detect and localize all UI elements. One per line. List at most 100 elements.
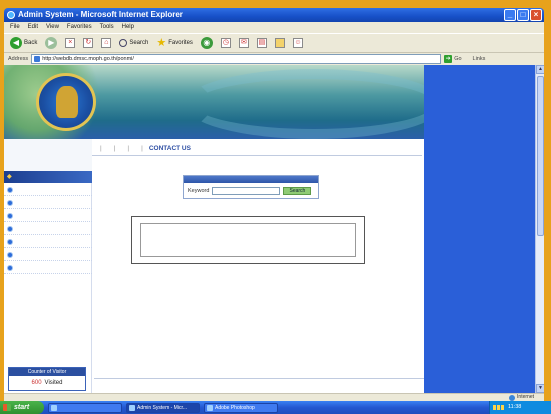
menu-edit[interactable]: Edit: [28, 22, 38, 33]
counter-value: 600 Visited: [9, 376, 85, 390]
bullet-icon: [7, 239, 13, 245]
system-tray: 11:38: [489, 401, 551, 414]
keyword-label: Keyword: [188, 188, 210, 194]
star-icon: ★: [156, 37, 167, 49]
nav-separator: |: [100, 144, 102, 152]
taskbar-item-2[interactable]: Admin System - Micr...: [126, 402, 200, 413]
site-banner: [4, 65, 424, 139]
stop-icon[interactable]: ×: [65, 38, 76, 48]
vertical-scrollbar[interactable]: ▲ ▼: [535, 65, 544, 393]
links-label[interactable]: Links: [473, 56, 486, 62]
folder-icon[interactable]: [274, 38, 285, 48]
sidebar-item-1[interactable]: [4, 184, 92, 196]
globe-icon: [509, 394, 516, 401]
taskbar: start Admin System - Micr... Adobe Photo…: [0, 401, 551, 414]
nav-separator: |: [127, 144, 130, 152]
sidebar-item-5[interactable]: [4, 236, 92, 248]
search-label: Search: [129, 40, 149, 46]
sidebar-item-2[interactable]: [4, 197, 92, 209]
address-label: Address: [8, 56, 29, 62]
messenger-icon[interactable]: ☺: [292, 38, 303, 48]
taskbar-item-1[interactable]: [48, 402, 122, 413]
window-titlebar[interactable]: Admin System - Microsoft Internet Explor…: [4, 8, 544, 22]
menu-view[interactable]: View: [46, 22, 59, 33]
window-title: Admin System - Microsoft Internet Explor…: [18, 10, 183, 19]
site-title: [200, 75, 410, 97]
menu-help[interactable]: Help: [122, 22, 134, 33]
photoshop-icon: [207, 404, 213, 411]
counter-suffix: Visited: [44, 380, 63, 386]
favorites-label: Favorites: [168, 40, 193, 46]
nav-separator: |: [141, 144, 143, 152]
scroll-thumb[interactable]: [537, 76, 544, 236]
internet-explorer-icon: [7, 11, 15, 19]
forward-button[interactable]: ▶: [45, 37, 58, 49]
refresh-icon[interactable]: ↻: [83, 38, 94, 48]
sidebar-spacer: [4, 139, 92, 171]
zone-label: Internet: [517, 394, 534, 400]
taskbar-item-label: Admin System - Micr...: [137, 404, 188, 411]
bullet-icon: [7, 213, 13, 219]
home-icon[interactable]: ⌂: [101, 38, 112, 48]
counter-title: Counter of Visitor: [9, 368, 85, 376]
web-page: | | | | CONTACT US C: [4, 65, 424, 393]
go-arrow-icon: ➔: [444, 55, 453, 63]
browser-toolbar: ◀ Back ▶ × ↻ ⌂ Search ★ Favorites ◉ ◷ ✉ …: [4, 33, 544, 53]
sidebar-item-7[interactable]: [4, 262, 92, 274]
agency-logo: [36, 73, 96, 131]
search-icon: [119, 39, 128, 47]
close-button[interactable]: ×: [530, 9, 542, 21]
tray-icons[interactable]: [493, 405, 505, 410]
go-button[interactable]: ➔ Go: [444, 55, 462, 63]
keyword-input[interactable]: [212, 187, 281, 195]
print-icon[interactable]: ▤: [256, 38, 267, 48]
start-label: start: [14, 404, 30, 411]
back-label: Back: [24, 40, 38, 46]
browser-viewport: | | | | CONTACT US C: [4, 65, 544, 393]
forward-arrow-icon: ▶: [45, 37, 58, 49]
back-button[interactable]: ◀ Back: [10, 37, 37, 49]
nav-separator: |: [113, 144, 116, 152]
scroll-down-icon[interactable]: ▼: [536, 384, 544, 393]
search-panel: Keyword Search: [183, 175, 319, 199]
search-row: Keyword Search: [184, 183, 318, 199]
sidebar-item-4[interactable]: [4, 223, 92, 235]
bullet-icon: [7, 200, 13, 206]
media-icon[interactable]: ◉: [200, 37, 213, 49]
sidebar-item-6[interactable]: [4, 249, 92, 261]
maximize-button[interactable]: □: [517, 9, 529, 21]
visitor-counter: Counter of Visitor 600 Visited: [8, 367, 86, 391]
info-notice: [131, 216, 365, 264]
sidebar-item-3[interactable]: [4, 210, 92, 222]
menu-favorites[interactable]: Favorites: [67, 22, 92, 33]
search-button[interactable]: Search: [283, 187, 312, 195]
favorites-button[interactable]: ★ Favorites: [156, 37, 193, 49]
scroll-up-icon[interactable]: ▲: [536, 65, 544, 74]
menu-bar: File Edit View Favorites Tools Help: [4, 22, 544, 33]
address-bar: Address http://webdb.dmsc.moph.go.th/pon…: [4, 53, 544, 65]
left-sidebar: Counter of Visitor 600Visited: [4, 171, 92, 393]
security-zone: Internet: [509, 394, 534, 401]
menu-file[interactable]: File: [10, 22, 20, 33]
mail-icon[interactable]: ✉: [238, 38, 249, 48]
menu-tools[interactable]: Tools: [100, 22, 114, 33]
go-label: Go: [454, 56, 462, 62]
search-button-toolbar[interactable]: Search: [119, 39, 148, 47]
counter-number: 600: [31, 380, 42, 386]
minimize-button[interactable]: _: [504, 9, 516, 21]
start-button[interactable]: start: [0, 401, 44, 414]
address-input[interactable]: http://webdb.dmsc.moph.go.th/ponmi/: [31, 54, 442, 64]
windows-logo-icon: [3, 404, 11, 411]
window-controls: _ □ ×: [504, 9, 542, 21]
site-nav: | | | | CONTACT US: [94, 143, 424, 153]
nav-link-contact[interactable]: CONTACT US: [149, 145, 191, 152]
bullet-icon: [7, 226, 13, 232]
history-icon[interactable]: ◷: [220, 38, 231, 48]
back-arrow-icon: ◀: [10, 37, 22, 49]
search-panel-title: [184, 176, 318, 183]
status-bar: Internet: [4, 393, 544, 401]
clock: 11:38: [508, 404, 522, 410]
info-text: [140, 223, 356, 257]
taskbar-item-3[interactable]: Adobe Photoshop: [204, 402, 278, 413]
bullet-icon: [7, 187, 13, 193]
